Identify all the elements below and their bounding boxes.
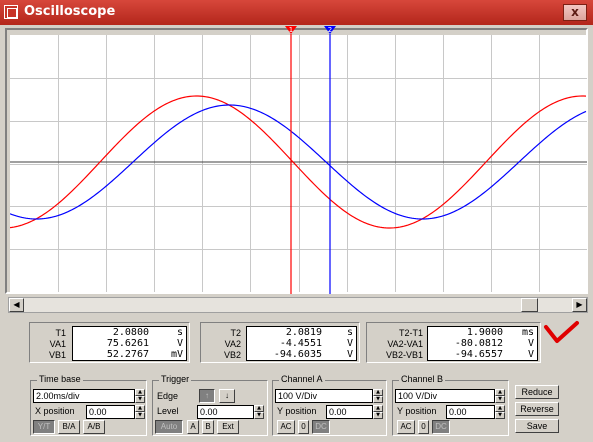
channel-b-ypos-field[interactable]: 0.00 <box>446 405 495 419</box>
vb2-unit: V <box>346 349 353 360</box>
timebase-scale-field[interactable]: 2.00ms/div <box>33 389 135 403</box>
trigger-ext-button[interactable]: Ext <box>217 420 239 434</box>
vb2-vb1-value: -94.6557 <box>454 349 503 360</box>
t2-t1-value: 1.9000 <box>466 327 503 338</box>
channel-a-scale-spinner[interactable]: ▲ ▼ <box>373 389 383 403</box>
delta-readout: T2-T1 VA2-VA1 VB2-VB1 1.9000 ms -80.0812… <box>366 322 541 363</box>
horizontal-scrollbar[interactable]: ◀ ▶ <box>8 297 588 313</box>
close-button[interactable]: x <box>563 4 587 21</box>
cursor1-values: 2.0800 s 75.6261 V 52.2767 mV <box>72 326 187 361</box>
vb2-vb1-label: VB2-VB1 <box>385 350 423 360</box>
vb1-value: 52.2767 <box>106 349 149 360</box>
trigger-level-field[interactable]: 0.00 <box>197 405 254 419</box>
scroll-right-icon[interactable]: ▶ <box>572 298 587 312</box>
xpos-field[interactable]: 0.00 <box>86 405 135 419</box>
reverse-button[interactable]: Reverse <box>515 402 559 416</box>
trigger-a-button[interactable]: A <box>187 420 199 434</box>
timebase-spinner[interactable]: ▲ ▼ <box>135 389 145 403</box>
channel-a-ypos-field[interactable]: 0.00 <box>326 405 373 419</box>
channel-a-scale-field[interactable]: 100 V/Div <box>275 389 373 403</box>
timebase-group: Time base 2.00ms/div ▲ ▼ X position 0.00 … <box>30 374 147 436</box>
vb1-unit: mV <box>170 349 183 360</box>
t2-t1-label: T2-T1 <box>398 328 423 338</box>
t2-value: 2.0819 <box>285 327 322 338</box>
channel-a-ypos-label: Y position <box>277 406 317 416</box>
channel-b-title: Channel B <box>399 374 446 384</box>
t1-value: 2.0800 <box>112 327 149 338</box>
trigger-group: Trigger Edge ↑ ↓ Level 0.00 ▲ ▼ Auto A B … <box>152 374 268 436</box>
channel-b-scale-spinner[interactable]: ▲ ▼ <box>495 389 505 403</box>
vb1-label: VB1 <box>48 350 66 360</box>
va2-value: -4.4551 <box>279 338 322 349</box>
cursor1-readout: T1 VA1 VB1 2.0800 s 75.6261 V 52.2767 mV <box>29 322 190 363</box>
xpos-label: X position <box>35 406 75 416</box>
cursor-2-label: 2 <box>328 26 332 34</box>
channel-a-ac-button[interactable]: AC <box>277 420 295 434</box>
channel-a-0-button[interactable]: 0 <box>298 420 309 434</box>
t2-label: T2 <box>230 328 241 338</box>
scroll-thumb[interactable] <box>521 298 538 312</box>
t2-t1-unit: ms <box>521 327 534 338</box>
va2-unit: V <box>346 338 353 349</box>
vb2-vb1-unit: V <box>527 349 534 360</box>
cursor2-readout: T2 VA2 VB2 2.0819 s -4.4551 V -94.6035 V <box>200 322 360 363</box>
channel-b-scale-field[interactable]: 100 V/Div <box>395 389 495 403</box>
channel-a-title: Channel A <box>279 374 325 384</box>
xpos-spinner[interactable]: ▲ ▼ <box>135 405 145 419</box>
channel-b-0-button[interactable]: 0 <box>418 420 429 434</box>
va2-va1-value: -80.0812 <box>454 338 503 349</box>
trigger-auto-button[interactable]: Auto <box>155 420 183 434</box>
mode-ba-button[interactable]: B/A <box>58 420 80 434</box>
falling-edge-button[interactable]: ↓ <box>219 389 235 403</box>
scroll-left-icon[interactable]: ◀ <box>9 298 24 312</box>
edge-label: Edge <box>157 391 179 401</box>
reduce-button[interactable]: Reduce <box>515 385 559 399</box>
mode-yt-button[interactable]: Y/T <box>33 420 55 434</box>
trigger-level-spinner[interactable]: ▲ ▼ <box>254 405 264 419</box>
oscilloscope-app-icon <box>4 5 18 19</box>
cursor-layer: 1 2 <box>285 26 336 294</box>
channel-a-dc-button[interactable]: DC <box>312 420 330 434</box>
rising-edge-button[interactable]: ↑ <box>199 389 215 403</box>
mode-ab-button[interactable]: A/B <box>83 420 105 434</box>
va1-label: VA1 <box>49 339 66 349</box>
va2-label: VA2 <box>224 339 241 349</box>
save-button[interactable]: Save <box>515 419 559 433</box>
t2-unit: s <box>346 327 353 338</box>
timebase-title: Time base <box>37 374 83 384</box>
vb2-label: VB2 <box>223 350 241 360</box>
channel-b-group: Channel B 100 V/Div ▲ ▼ Y position 0.00 ▲… <box>392 374 509 436</box>
checkmark-annotation-icon <box>544 321 579 343</box>
level-label: Level <box>157 406 179 416</box>
channel-b-ypos-spinner[interactable]: ▲ ▼ <box>495 405 505 419</box>
channel-a-group: Channel A 100 V/Div ▲ ▼ Y position 0.00 ▲… <box>272 374 387 436</box>
channel-b-ac-button[interactable]: AC <box>397 420 415 434</box>
channel-a-ypos-spinner[interactable]: ▲ ▼ <box>373 405 383 419</box>
trigger-title: Trigger <box>159 374 192 384</box>
va1-unit: V <box>176 338 183 349</box>
delta-values: 1.9000 ms -80.0812 V -94.6557 V <box>427 326 538 361</box>
t1-label: T1 <box>55 328 66 338</box>
channel-b-ypos-label: Y position <box>397 406 437 416</box>
va2-va1-unit: V <box>527 338 534 349</box>
title-bar[interactable]: Oscilloscope x <box>0 0 593 25</box>
va2-va1-label: VA2-VA1 <box>387 339 423 349</box>
vb2-value: -94.6035 <box>273 349 322 360</box>
channel-b-dc-button[interactable]: DC <box>432 420 450 434</box>
cursor2-values: 2.0819 s -4.4551 V -94.6035 V <box>246 326 357 361</box>
va1-value: 75.6261 <box>106 338 149 349</box>
trigger-b-button[interactable]: B <box>202 420 214 434</box>
cursor-1-label: 1 <box>289 26 293 34</box>
t1-unit: s <box>176 327 183 338</box>
window-title: Oscilloscope <box>24 4 116 19</box>
